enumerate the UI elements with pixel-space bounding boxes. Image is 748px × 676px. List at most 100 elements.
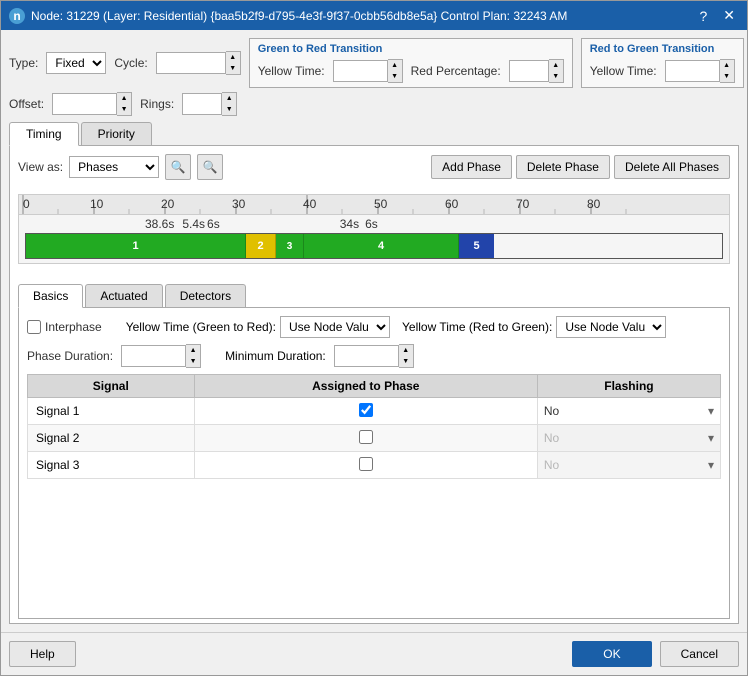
main-tabs-area: Timing Priority View as: Phases 🔍 🔍 Add … (9, 122, 739, 624)
rings-down[interactable]: ▼ (222, 104, 236, 115)
phase-bar-4[interactable]: 4 (304, 234, 459, 258)
tab-detectors[interactable]: Detectors (165, 284, 246, 307)
offset-down[interactable]: ▼ (117, 104, 131, 115)
green-to-red-title: Green to Red Transition (258, 43, 564, 55)
green-to-red-group: Green to Red Transition Yellow Time: 3.4… (249, 38, 573, 88)
flashing-select-2: No (538, 425, 720, 451)
signal-table-row: Signal 2No▾ (28, 425, 721, 452)
assigned-checkbox-cell-1 (194, 398, 537, 425)
assigned-checkbox-3[interactable] (359, 457, 373, 471)
yellow-time-r2g-label: Yellow Time (Red to Green): (402, 320, 552, 334)
delete-all-phases-button[interactable]: Delete All Phases (614, 155, 730, 179)
red-pct-up[interactable]: ▲ (549, 60, 563, 71)
yellow-time-up-2[interactable]: ▲ (720, 60, 734, 71)
tab-timing[interactable]: Timing (9, 122, 79, 146)
red-to-green-group: Red to Green Transition Yellow Time: 0.0… (581, 38, 744, 88)
red-pct-input[interactable]: 50 (509, 60, 549, 82)
phase-bar-2[interactable]: 2 (246, 234, 276, 258)
timing-label-4: 34s (340, 217, 359, 231)
cancel-button[interactable]: Cancel (660, 641, 739, 667)
phase-bar-5[interactable]: 5 (459, 234, 494, 258)
signal-table-row: Signal 3 No▾ (28, 452, 721, 479)
yellow-time-up-1[interactable]: ▲ (388, 60, 402, 71)
yellow-time-spinner-1: 3.4 sec ▲ ▼ (333, 59, 403, 83)
ok-button[interactable]: OK (572, 641, 651, 667)
yellow-time-label-1: Yellow Time: (258, 64, 325, 78)
flashing-select-1[interactable]: No (538, 398, 720, 424)
add-phase-button[interactable]: Add Phase (431, 155, 512, 179)
min-duration-up[interactable]: ▲ (399, 345, 413, 356)
assigned-checkbox-2[interactable] (359, 430, 373, 444)
flashing-select-3: No (538, 452, 720, 478)
min-duration-down[interactable]: ▼ (399, 356, 413, 367)
flashing-col-header: Flashing (537, 375, 720, 398)
bottom-tabs-area: Basics Actuated Detectors Interphase Yel… (18, 280, 730, 619)
phase-duration-input[interactable]: 38.6 sec (121, 345, 186, 367)
flashing-cell-3: No▾ (537, 452, 720, 479)
red-pct-down[interactable]: ▼ (549, 71, 563, 82)
phase-duration-label: Phase Duration: (27, 349, 113, 363)
offset-label: Offset: (9, 97, 44, 111)
title-bar-buttons: ? ✕ (695, 7, 739, 24)
view-as-select[interactable]: Phases (69, 156, 159, 178)
yellow-time-down-2[interactable]: ▼ (720, 71, 734, 82)
zoom-in-button[interactable]: 🔍 (165, 154, 191, 180)
rings-up[interactable]: ▲ (222, 93, 236, 104)
tab-priority[interactable]: Priority (81, 122, 152, 145)
interphase-row: Interphase Yellow Time (Green to Red): U… (27, 316, 721, 338)
main-window: n Node: 31229 (Layer: Residential) {baa5… (0, 0, 748, 676)
basics-tab-content: Interphase Yellow Time (Green to Red): U… (18, 308, 730, 619)
phase-timeline: 0 10 20 30 40 50 (18, 194, 730, 264)
cycle-spinner: 90 sec. ▲ ▼ (156, 51, 241, 75)
svg-text:80: 80 (587, 197, 601, 211)
signal-table: Signal Assigned to Phase Flashing Signal… (27, 374, 721, 479)
timing-label-1: 38.6s (145, 217, 174, 231)
flashing-cell-1: No▾ (537, 398, 720, 425)
tab-actuated[interactable]: Actuated (85, 284, 162, 307)
duration-row: Phase Duration: 38.6 sec ▲ ▼ Minimum Dur… (27, 344, 721, 368)
assigned-checkbox-1[interactable] (359, 403, 373, 417)
phase-action-buttons: Add Phase Delete Phase Delete All Phases (431, 155, 730, 179)
signal-name-3: Signal 3 (28, 452, 195, 479)
delete-phase-button[interactable]: Delete Phase (516, 155, 610, 179)
phase-duration-up[interactable]: ▲ (186, 345, 200, 356)
red-to-green-controls: Yellow Time: 0.0 sec ▲ ▼ (590, 59, 735, 83)
red-pct-label: Red Percentage: (411, 64, 501, 78)
help-window-button[interactable]: ? (695, 7, 711, 24)
zoom-out-button[interactable]: 🔍 (197, 154, 223, 180)
min-duration-input[interactable]: 0.0 sec (334, 345, 399, 367)
interphase-checkbox[interactable] (27, 320, 41, 334)
red-to-green-title: Red to Green Transition (590, 43, 735, 55)
phase-bar-3[interactable]: 3 (276, 234, 304, 258)
timing-label-2: 5.4s (182, 217, 205, 231)
offset-up[interactable]: ▲ (117, 93, 131, 104)
timing-label-5: 6s (365, 217, 378, 231)
type-select[interactable]: Fixed (46, 52, 106, 74)
tab-basics[interactable]: Basics (18, 284, 83, 308)
assigned-col-header: Assigned to Phase (194, 375, 537, 398)
assigned-checkbox-cell-2 (194, 425, 537, 452)
yellow-time-down-1[interactable]: ▼ (388, 71, 402, 82)
cycle-up-button[interactable]: ▲ (226, 52, 240, 63)
cycle-down-button[interactable]: ▼ (226, 63, 240, 74)
min-duration-label: Minimum Duration: (225, 349, 326, 363)
offset-input[interactable]: 0.0 sec (52, 93, 117, 115)
assigned-checkbox-cell-3 (194, 452, 537, 479)
close-window-button[interactable]: ✕ (719, 7, 739, 24)
yellow-time-input-2[interactable]: 0.0 sec (665, 60, 720, 82)
yellow-time-input-1[interactable]: 3.4 sec (333, 60, 388, 82)
rings-input[interactable]: 1 (182, 93, 222, 115)
phase-bar-1[interactable]: 1 (26, 234, 246, 258)
timing-label-3: 6s (207, 217, 220, 231)
signal-name-2: Signal 2 (28, 425, 195, 452)
svg-text:20: 20 (161, 197, 175, 211)
yellow-time-r2g-select[interactable]: Use Node Value (556, 316, 666, 338)
view-row: View as: Phases 🔍 🔍 Add Phase Delete Pha… (18, 154, 730, 180)
phase-duration-down[interactable]: ▼ (186, 356, 200, 367)
help-button[interactable]: Help (9, 641, 76, 667)
yellow-time-g2r-select[interactable]: Use Node Value (280, 316, 390, 338)
view-as-label: View as: (18, 160, 63, 174)
svg-text:40: 40 (303, 197, 317, 211)
main-tab-row: Timing Priority (9, 122, 739, 146)
cycle-input[interactable]: 90 sec. (156, 52, 226, 74)
